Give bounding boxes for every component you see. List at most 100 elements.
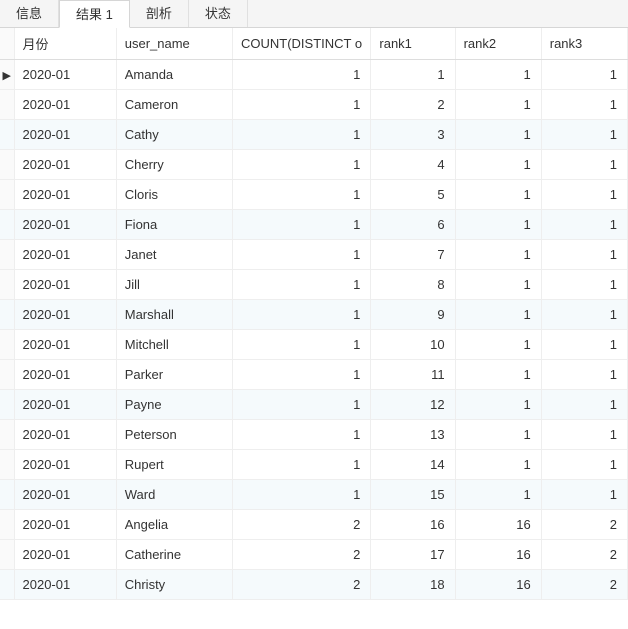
cell-user-name[interactable]: Christy xyxy=(116,570,232,600)
cell-user-name[interactable]: Fiona xyxy=(116,210,232,240)
column-header-count-distinct[interactable]: COUNT(DISTINCT o xyxy=(232,28,370,60)
cell-user-name[interactable]: Cloris xyxy=(116,180,232,210)
table-row[interactable]: 2020-01Janet1711 xyxy=(0,240,628,270)
cell-rank1[interactable]: 18 xyxy=(371,570,455,600)
tab-status[interactable]: 状态 xyxy=(189,0,248,27)
cell-count[interactable]: 1 xyxy=(232,270,370,300)
cell-rank3[interactable]: 1 xyxy=(541,330,627,360)
cell-rank3[interactable]: 1 xyxy=(541,450,627,480)
cell-rank1[interactable]: 15 xyxy=(371,480,455,510)
cell-month[interactable]: 2020-01 xyxy=(14,540,116,570)
cell-rank2[interactable]: 16 xyxy=(455,540,541,570)
table-row[interactable]: 2020-01Rupert11411 xyxy=(0,450,628,480)
cell-month[interactable]: 2020-01 xyxy=(14,180,116,210)
cell-rank2[interactable]: 1 xyxy=(455,60,541,90)
cell-month[interactable]: 2020-01 xyxy=(14,390,116,420)
cell-count[interactable]: 1 xyxy=(232,180,370,210)
cell-count[interactable]: 1 xyxy=(232,90,370,120)
table-row[interactable]: 2020-01Jill1811 xyxy=(0,270,628,300)
cell-month[interactable]: 2020-01 xyxy=(14,570,116,600)
cell-rank2[interactable]: 1 xyxy=(455,210,541,240)
cell-count[interactable]: 1 xyxy=(232,150,370,180)
cell-rank2[interactable]: 1 xyxy=(455,150,541,180)
cell-month[interactable]: 2020-01 xyxy=(14,510,116,540)
cell-rank3[interactable]: 1 xyxy=(541,300,627,330)
cell-rank3[interactable]: 1 xyxy=(541,210,627,240)
cell-rank1[interactable]: 16 xyxy=(371,510,455,540)
cell-user-name[interactable]: Cherry xyxy=(116,150,232,180)
cell-rank1[interactable]: 11 xyxy=(371,360,455,390)
cell-user-name[interactable]: Cathy xyxy=(116,120,232,150)
cell-rank3[interactable]: 1 xyxy=(541,390,627,420)
cell-rank3[interactable]: 2 xyxy=(541,540,627,570)
cell-month[interactable]: 2020-01 xyxy=(14,210,116,240)
cell-count[interactable]: 1 xyxy=(232,300,370,330)
cell-month[interactable]: 2020-01 xyxy=(14,150,116,180)
cell-rank2[interactable]: 1 xyxy=(455,270,541,300)
table-row[interactable]: 2020-01Marshall1911 xyxy=(0,300,628,330)
table-row[interactable]: 2020-01Mitchell11011 xyxy=(0,330,628,360)
table-row[interactable]: 2020-01Cameron1211 xyxy=(0,90,628,120)
cell-rank2[interactable]: 1 xyxy=(455,480,541,510)
column-header-rank1[interactable]: rank1 xyxy=(371,28,455,60)
cell-rank1[interactable]: 5 xyxy=(371,180,455,210)
cell-rank2[interactable]: 1 xyxy=(455,240,541,270)
cell-rank3[interactable]: 1 xyxy=(541,480,627,510)
column-header-rank3[interactable]: rank3 xyxy=(541,28,627,60)
cell-count[interactable]: 1 xyxy=(232,240,370,270)
cell-rank3[interactable]: 1 xyxy=(541,360,627,390)
tab-result-1[interactable]: 结果 1 xyxy=(59,0,130,28)
table-row[interactable]: 2020-01Angelia216162 xyxy=(0,510,628,540)
cell-count[interactable]: 1 xyxy=(232,210,370,240)
cell-rank2[interactable]: 1 xyxy=(455,450,541,480)
cell-rank3[interactable]: 1 xyxy=(541,150,627,180)
cell-rank3[interactable]: 1 xyxy=(541,60,627,90)
cell-rank1[interactable]: 7 xyxy=(371,240,455,270)
cell-rank1[interactable]: 9 xyxy=(371,300,455,330)
cell-rank2[interactable]: 1 xyxy=(455,300,541,330)
cell-user-name[interactable]: Ward xyxy=(116,480,232,510)
cell-rank2[interactable]: 1 xyxy=(455,360,541,390)
cell-user-name[interactable]: Rupert xyxy=(116,450,232,480)
cell-user-name[interactable]: Payne xyxy=(116,390,232,420)
cell-count[interactable]: 1 xyxy=(232,360,370,390)
cell-month[interactable]: 2020-01 xyxy=(14,60,116,90)
cell-rank1[interactable]: 13 xyxy=(371,420,455,450)
cell-rank3[interactable]: 2 xyxy=(541,570,627,600)
cell-rank2[interactable]: 16 xyxy=(455,510,541,540)
cell-rank3[interactable]: 1 xyxy=(541,270,627,300)
cell-user-name[interactable]: Catherine xyxy=(116,540,232,570)
cell-month[interactable]: 2020-01 xyxy=(14,330,116,360)
column-header-user-name[interactable]: user_name xyxy=(116,28,232,60)
table-row[interactable]: ▶2020-01Amanda1111 xyxy=(0,60,628,90)
tab-info[interactable]: 信息 xyxy=(0,0,59,27)
cell-user-name[interactable]: Amanda xyxy=(116,60,232,90)
cell-user-name[interactable]: Peterson xyxy=(116,420,232,450)
cell-month[interactable]: 2020-01 xyxy=(14,90,116,120)
cell-rank3[interactable]: 1 xyxy=(541,120,627,150)
cell-rank1[interactable]: 14 xyxy=(371,450,455,480)
table-row[interactable]: 2020-01Peterson11311 xyxy=(0,420,628,450)
cell-rank3[interactable]: 1 xyxy=(541,240,627,270)
cell-rank1[interactable]: 2 xyxy=(371,90,455,120)
cell-rank2[interactable]: 1 xyxy=(455,120,541,150)
cell-count[interactable]: 2 xyxy=(232,510,370,540)
cell-rank1[interactable]: 6 xyxy=(371,210,455,240)
cell-count[interactable]: 1 xyxy=(232,420,370,450)
table-row[interactable]: 2020-01Fiona1611 xyxy=(0,210,628,240)
tab-profile[interactable]: 剖析 xyxy=(130,0,189,27)
table-row[interactable]: 2020-01Cherry1411 xyxy=(0,150,628,180)
cell-count[interactable]: 1 xyxy=(232,480,370,510)
table-row[interactable]: 2020-01Christy218162 xyxy=(0,570,628,600)
cell-count[interactable]: 2 xyxy=(232,570,370,600)
cell-rank1[interactable]: 17 xyxy=(371,540,455,570)
cell-rank2[interactable]: 1 xyxy=(455,390,541,420)
cell-month[interactable]: 2020-01 xyxy=(14,270,116,300)
table-row[interactable]: 2020-01Cathy1311 xyxy=(0,120,628,150)
table-row[interactable]: 2020-01Payne11211 xyxy=(0,390,628,420)
cell-rank2[interactable]: 1 xyxy=(455,180,541,210)
cell-user-name[interactable]: Marshall xyxy=(116,300,232,330)
cell-count[interactable]: 1 xyxy=(232,120,370,150)
cell-rank1[interactable]: 10 xyxy=(371,330,455,360)
cell-count[interactable]: 1 xyxy=(232,390,370,420)
